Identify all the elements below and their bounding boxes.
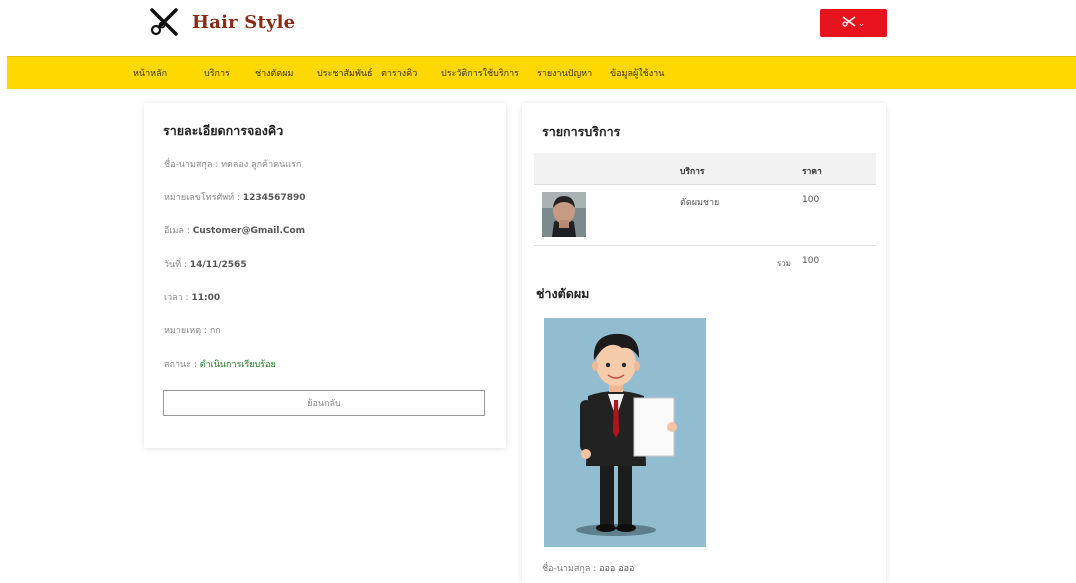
nav-item-queue[interactable]: ตารางคิว	[381, 66, 417, 80]
nav-item-announcements[interactable]: ประชาสัมพันธ์	[317, 66, 373, 80]
booking-name-value: ทดลอง ลูกค้าคนแรก	[221, 160, 302, 170]
barber-name-label: ชื่อ-นามสกุล :	[542, 564, 600, 574]
service-thumbnail	[542, 192, 586, 237]
booking-title: รายละเอียดการจองคิว	[163, 123, 284, 138]
services-title: รายการบริการ	[542, 124, 621, 139]
nav-item-history[interactable]: ประวัติการใช้บริการ	[441, 66, 519, 80]
services-table-header: บริการ ราคา	[534, 153, 876, 185]
user-menu-button[interactable]: ⌄	[820, 9, 887, 37]
booking-details-card: รายละเอียดการจองคิว ชื่อ-นามสกุล : ทดลอง…	[144, 103, 506, 448]
booking-date: วันที่ : 14/11/2565	[164, 257, 247, 271]
back-button[interactable]: ย้อนกลับ	[163, 390, 485, 416]
booking-date-value: 14/11/2565	[189, 260, 247, 270]
booking-time-label: เวลา :	[164, 293, 192, 303]
booking-status: สถานะ : ดำเนินการเรียบร้อย	[164, 357, 276, 371]
status-badge: ดำเนินการเรียบร้อย	[199, 360, 276, 370]
booking-status-label: สถานะ :	[164, 360, 200, 370]
barber-name-value: อออ อออ	[599, 564, 635, 574]
nav-item-profile[interactable]: ข้อมูลผู้ใช้งาน	[610, 66, 664, 80]
booking-time: เวลา : 11:00	[164, 290, 220, 304]
barber-photo	[544, 318, 706, 547]
booking-phone: หมายเลขโทรศัพท์ : 1234567890	[164, 190, 306, 204]
nav-item-services[interactable]: บริการ	[204, 66, 230, 80]
service-price: 100	[802, 195, 820, 205]
navbar: หน้าหลัก บริการ ช่างตัดผม ประชาสัมพันธ์ …	[7, 56, 1076, 89]
booking-email-value: Customer@Gmail.Com	[192, 226, 306, 236]
nav-item-barbers[interactable]: ช่างตัดผม	[255, 66, 293, 80]
booking-name: ชื่อ-นามสกุล : ทดลอง ลูกค้าคนแรก	[164, 157, 301, 171]
header: Hair Style ⌄	[0, 0, 1076, 56]
scissors-icon	[148, 8, 180, 36]
logo-text: Hair Style	[192, 11, 296, 33]
booking-note: หมายเหตุ : กก	[164, 323, 221, 337]
nav-item-home[interactable]: หน้าหลัก	[133, 66, 167, 80]
booking-phone-value: 1234567890	[242, 193, 306, 203]
booking-email-label: อีเมล :	[164, 226, 193, 236]
column-header-service: บริการ	[680, 167, 705, 177]
barber-title: ช่างตัดผม	[536, 286, 590, 301]
booking-time-value: 11:00	[191, 293, 221, 303]
chevron-down-icon: ⌄	[858, 18, 865, 28]
services-card: รายการบริการ บริการ ราคา ตัดผมชาย 100 รว…	[522, 103, 886, 583]
booking-note-value: กก	[209, 326, 221, 336]
total-value: 100	[802, 256, 820, 266]
barber-name: ชื่อ-นามสกุล : อออ อออ	[542, 561, 634, 575]
column-header-price: ราคา	[802, 167, 822, 177]
service-name: ตัดผมชาย	[680, 198, 720, 208]
booking-note-label: หมายเหตุ :	[164, 326, 210, 336]
booking-name-label: ชื่อ-นามสกุล :	[164, 160, 222, 170]
booking-email: อีเมล : Customer@Gmail.Com	[164, 223, 305, 237]
row-divider	[534, 245, 876, 246]
logo[interactable]: Hair Style	[148, 8, 295, 36]
scissors-icon	[842, 16, 856, 30]
nav-item-report[interactable]: รายงานปัญหา	[537, 66, 592, 80]
total-label: รวม	[777, 259, 792, 268]
booking-date-label: วันที่ :	[164, 260, 190, 270]
booking-phone-label: หมายเลขโทรศัพท์ :	[164, 193, 243, 203]
